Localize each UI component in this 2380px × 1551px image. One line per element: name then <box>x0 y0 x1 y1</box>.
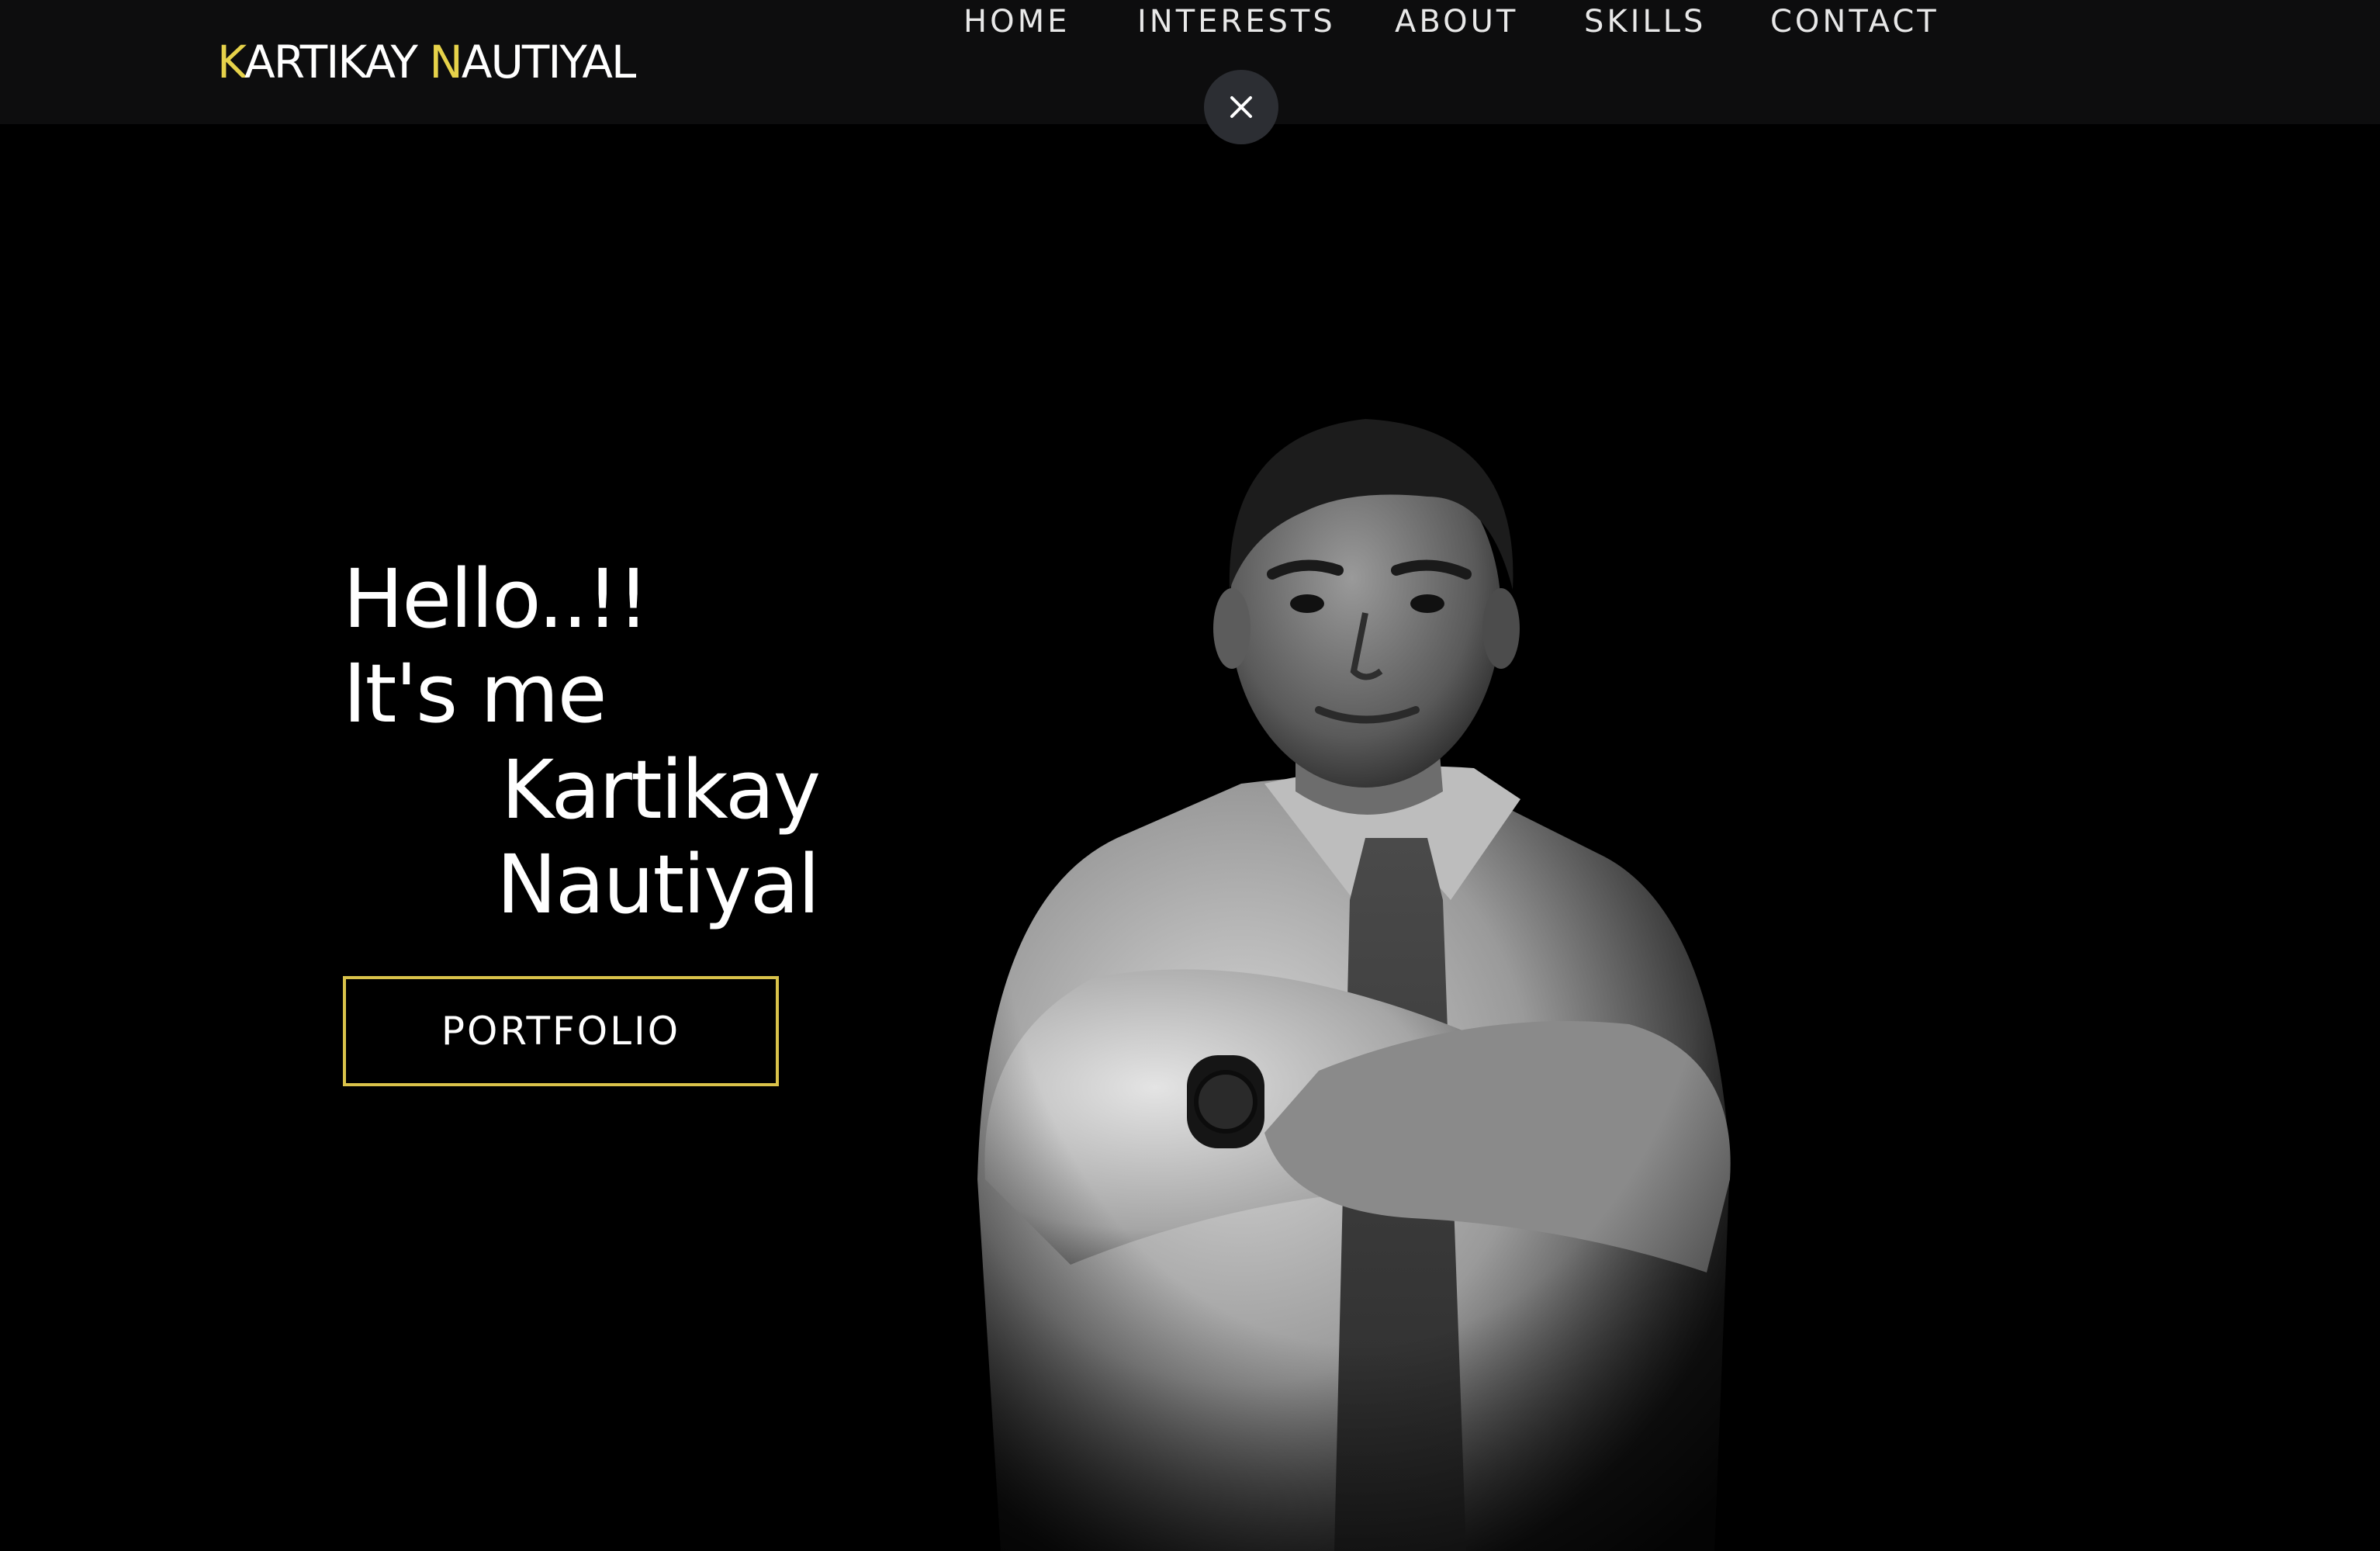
logo-first-name: ARTIKAY <box>244 36 430 88</box>
profile-photo <box>931 403 1784 1551</box>
nav-interests[interactable]: INTERESTS <box>1137 0 1336 43</box>
page: KARTIKAY NAUTIYAL HOME INTERESTS ABOUT S… <box>0 0 2380 1551</box>
nav-contact[interactable]: CONTACT <box>1770 0 1939 43</box>
logo-last-name: AUTIYAL <box>461 36 637 88</box>
hero-last-name: Nautiyal <box>496 837 820 932</box>
nav-about[interactable]: ABOUT <box>1395 0 1518 43</box>
top-navbar: KARTIKAY NAUTIYAL HOME INTERESTS ABOUT S… <box>0 0 2380 144</box>
logo-initial-n: N <box>429 36 462 88</box>
close-icon <box>1230 96 1252 118</box>
logo-initial-k: K <box>217 36 246 88</box>
portfolio-button[interactable]: PORTFOLIO <box>343 976 779 1086</box>
site-logo[interactable]: KARTIKAY NAUTIYAL <box>217 33 637 92</box>
close-menu-button[interactable] <box>1204 70 1278 144</box>
hero-intro: It's me <box>343 646 607 741</box>
hero-first-name: Kartikay <box>501 743 821 837</box>
nav-home[interactable]: HOME <box>963 0 1070 43</box>
nav-skills[interactable]: SKILLS <box>1584 0 1706 43</box>
hero-greeting: Hello..!! <box>343 552 649 646</box>
